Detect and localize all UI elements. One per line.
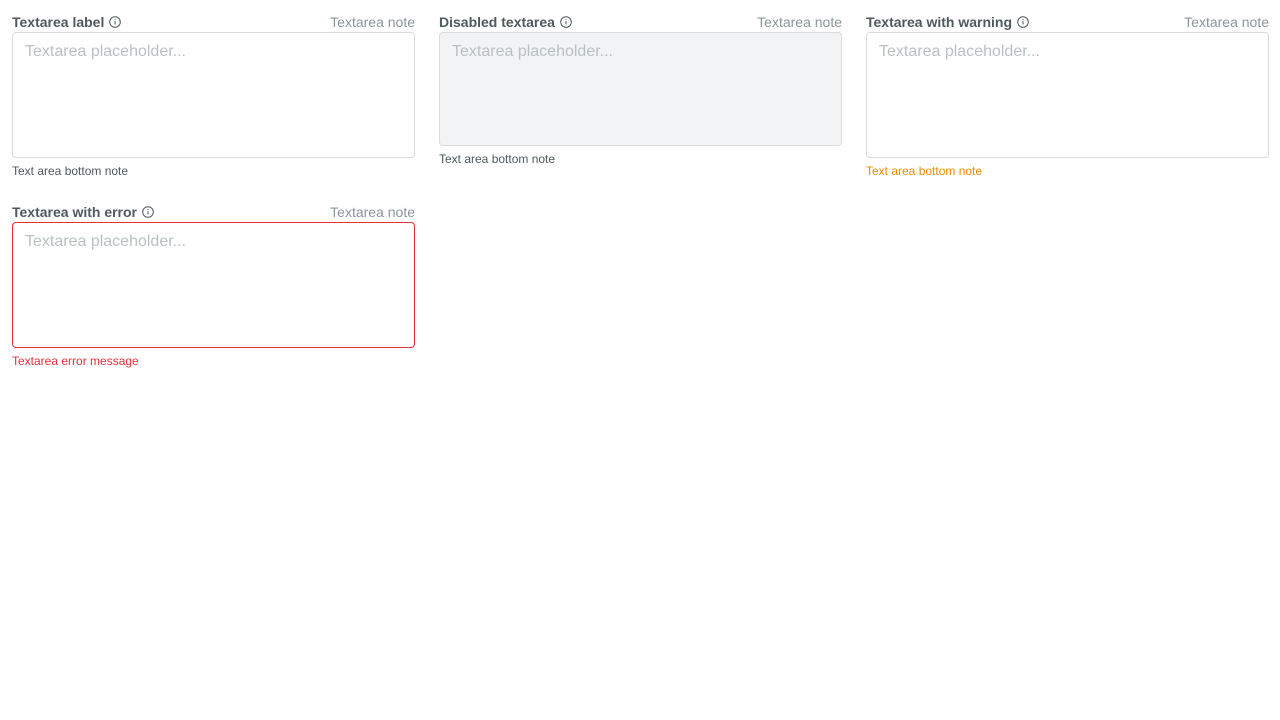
info-icon[interactable] bbox=[142, 206, 154, 218]
textarea-input-error[interactable] bbox=[12, 222, 415, 348]
field-note: Textarea note bbox=[330, 14, 415, 30]
textarea-input[interactable] bbox=[12, 32, 415, 158]
field-note: Textarea note bbox=[1184, 14, 1269, 30]
info-icon[interactable] bbox=[560, 16, 572, 28]
textarea-field-disabled: Disabled textarea Textarea note Text area… bbox=[439, 0, 842, 166]
field-note: Textarea note bbox=[757, 14, 842, 30]
field-label: Disabled textarea bbox=[439, 14, 572, 30]
bottom-note: Text area bottom note bbox=[439, 152, 556, 166]
label-text: Textarea with error bbox=[12, 204, 138, 220]
info-icon[interactable] bbox=[1017, 16, 1029, 28]
textarea-field-default: Textarea label Textarea note Text area bo… bbox=[12, 0, 415, 178]
warning-note: Text area bottom note bbox=[866, 164, 983, 178]
label-text: Disabled textarea bbox=[439, 14, 555, 30]
error-message: Textarea error message bbox=[12, 354, 139, 368]
field-label: Textarea label bbox=[12, 14, 122, 30]
bottom-note: Text area bottom note bbox=[12, 164, 129, 178]
textarea-input-disabled bbox=[439, 32, 842, 146]
textarea-field-warning: Textarea with warning Textarea note Text … bbox=[866, 0, 1269, 178]
field-label: Textarea with warning bbox=[866, 14, 1029, 30]
label-text: Textarea label bbox=[12, 14, 105, 30]
field-note: Textarea note bbox=[330, 204, 415, 220]
label-text: Textarea with warning bbox=[866, 14, 1012, 30]
textarea-field-error: Textarea with error Textarea note Textare… bbox=[12, 190, 415, 368]
info-icon[interactable] bbox=[109, 16, 122, 28]
field-label: Textarea with error bbox=[12, 204, 154, 220]
textarea-input[interactable] bbox=[866, 32, 1269, 158]
